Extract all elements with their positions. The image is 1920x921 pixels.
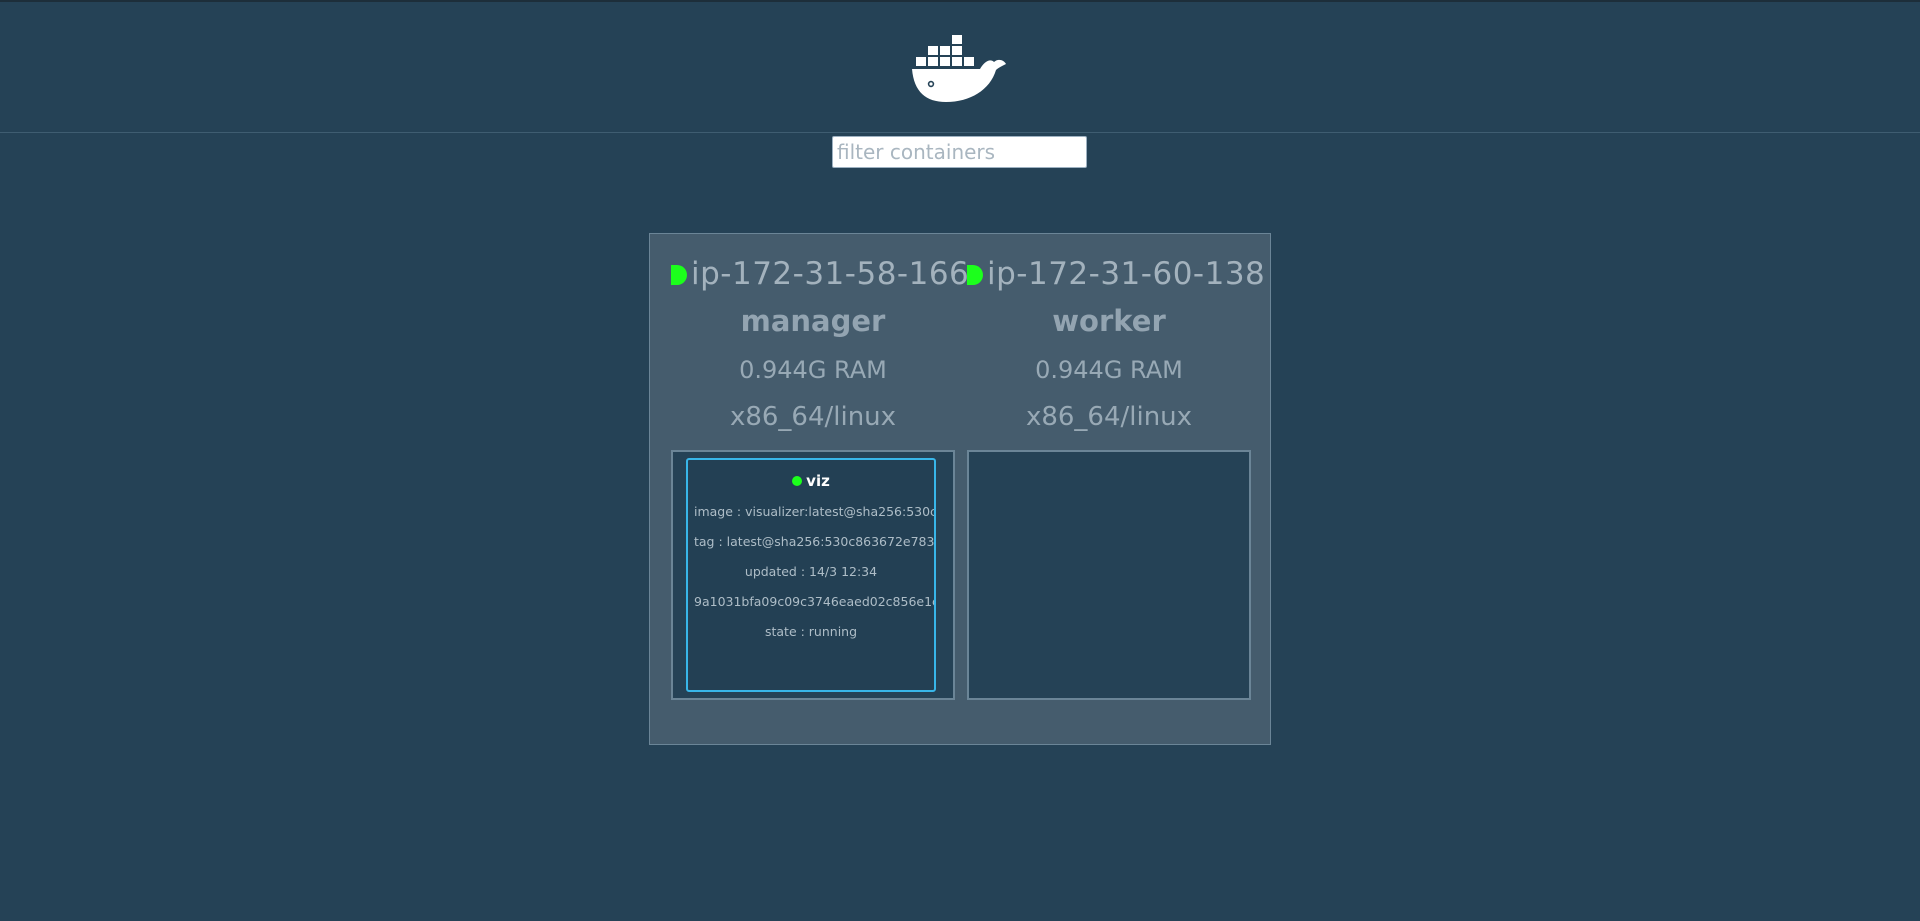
container-card-viz[interactable]: viz image : visualizer:latest@sha256:530… — [686, 458, 936, 692]
node-role: manager — [740, 304, 886, 338]
docker-whale-icon — [912, 35, 1006, 102]
node-hostname: ip-172-31-60-138 — [967, 256, 1265, 292]
node-ram: 0.944G RAM — [739, 356, 887, 384]
app-header — [0, 2, 1920, 133]
cluster-panel: ip-172-31-58-166 manager 0.944G RAM x86_… — [649, 233, 1271, 745]
container-image: image : visualizer:latest@sha256:530c863… — [694, 504, 934, 519]
node-container-list — [967, 450, 1251, 700]
container-id: 9a1031bfa09c09c3746eaed02c856e1c04a — [694, 594, 934, 609]
container-state: state : running — [764, 624, 858, 639]
node-status-indicator — [671, 265, 687, 285]
filter-containers-input[interactable] — [832, 136, 1087, 168]
node-arch: x86_64/linux — [1025, 402, 1193, 432]
running-status-icon — [792, 476, 803, 486]
container-updated: updated : 14/3 12:34 — [744, 564, 878, 579]
node-ram: 0.944G RAM — [1035, 356, 1183, 384]
node-container-list: viz image : visualizer:latest@sha256:530… — [671, 450, 955, 700]
node-role: worker — [1052, 304, 1166, 338]
node-column-manager: ip-172-31-58-166 manager 0.944G RAM x86_… — [671, 234, 969, 700]
container-tag: tag : latest@sha256:530c863672e7830d7560… — [694, 534, 934, 549]
node-hostname: ip-172-31-58-166 — [671, 256, 969, 292]
node-status-indicator — [967, 265, 983, 285]
node-arch: x86_64/linux — [729, 402, 897, 432]
container-name: viz — [688, 472, 934, 490]
node-hostname-text: ip-172-31-60-138 — [987, 256, 1266, 292]
node-hostname-text: ip-172-31-58-166 — [691, 256, 970, 292]
node-column-worker: ip-172-31-60-138 worker 0.944G RAM x86_6… — [967, 234, 1265, 700]
